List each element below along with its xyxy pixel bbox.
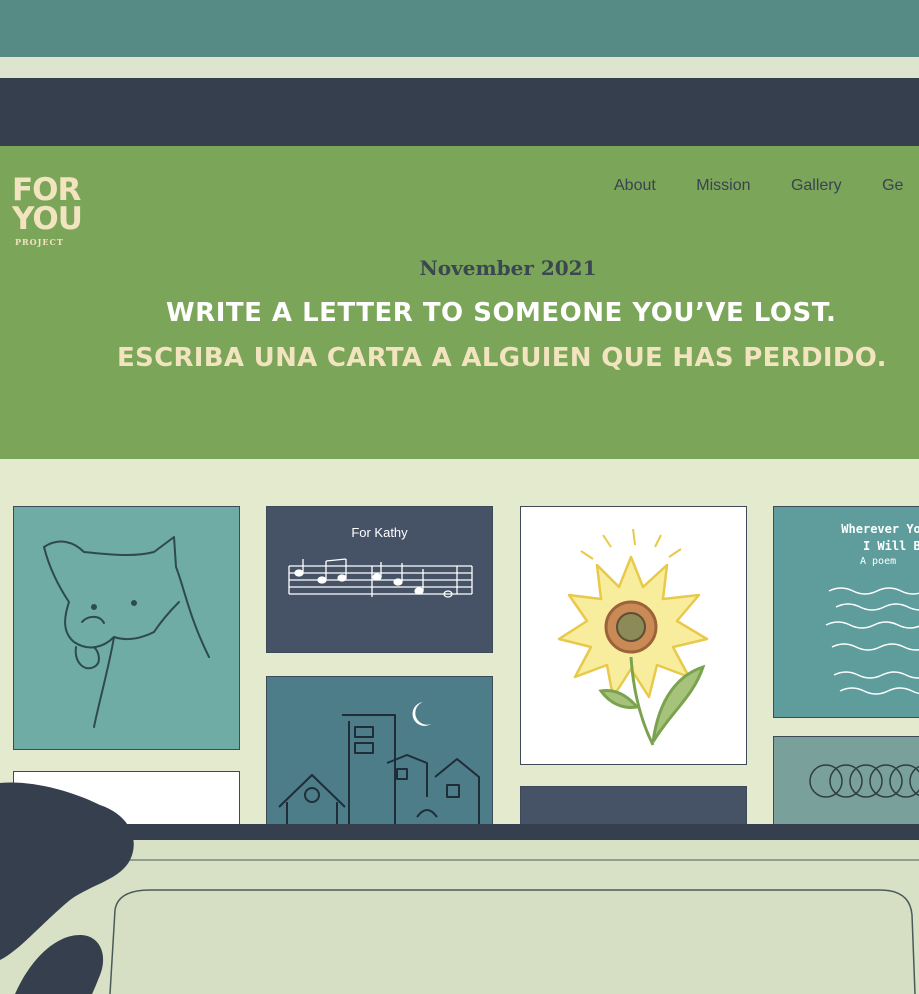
nav-gallery[interactable]: Gallery: [791, 177, 842, 195]
music-staff-icon: [288, 558, 473, 598]
nav-get-involved[interactable]: Ge: [882, 177, 903, 195]
circles-drawing-icon: [809, 764, 919, 798]
sunflower-drawing-icon: [557, 528, 709, 746]
main-nav: About Mission Gallery Ge: [614, 177, 919, 195]
gallery-card-circles[interactable]: [773, 736, 919, 824]
nav-mission[interactable]: Mission: [696, 177, 750, 195]
house-sketch-icon: [278, 702, 480, 824]
gallery-card-for-kathy[interactable]: For Kathy: [266, 506, 493, 653]
gallery-card-poem[interactable]: Wherever You I Will Be A poem: [773, 506, 919, 718]
moon-icon: [412, 702, 431, 726]
hero-headline-english: WRITE A LETTER TO SOMEONE YOU’VE LOST.: [166, 298, 837, 328]
gallery-card-partial-navy[interactable]: [520, 786, 747, 824]
nav-about[interactable]: About: [614, 177, 656, 195]
poem-lines-icon: [825, 587, 919, 695]
dark-hand-silhouette-icon: [0, 782, 134, 994]
gallery-card-night-house[interactable]: [266, 676, 493, 824]
hero-headline-spanish: ESCRIBA UNA CARTA A ALGUIEN QUE HAS PERD…: [117, 343, 887, 373]
gallery-card-sunflower[interactable]: [520, 506, 747, 765]
